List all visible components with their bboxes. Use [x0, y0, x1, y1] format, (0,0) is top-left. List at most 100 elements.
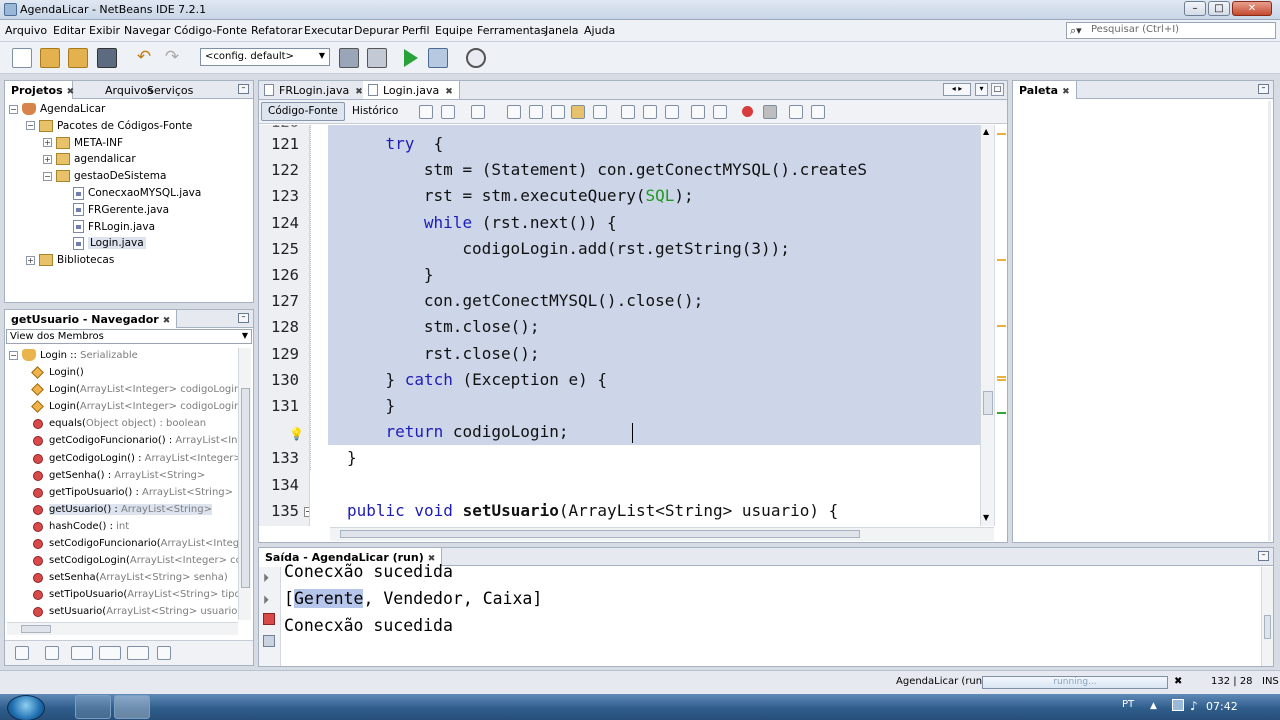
- tree-node[interactable]: + META-INF: [43, 135, 123, 152]
- scroll-up-icon[interactable]: ▲: [983, 127, 989, 136]
- navigator-member[interactable]: hashCode() : int: [33, 519, 129, 536]
- menu-equipe[interactable]: Equipe: [435, 24, 473, 37]
- navigator-member[interactable]: setCodigoFuncionario(ArrayList<Intege: [33, 536, 245, 553]
- save-all-icon[interactable]: [97, 48, 117, 68]
- output-scroll-thumb[interactable]: [1264, 615, 1271, 639]
- cancel-task-icon[interactable]: ✖: [1174, 676, 1182, 687]
- shift-right-icon[interactable]: [713, 105, 727, 119]
- navigator-member[interactable]: getCodigoFuncionario() : ArrayList<Int: [33, 433, 241, 450]
- undo-icon[interactable]: ↶: [134, 48, 154, 68]
- menu-arquivo[interactable]: Arquivo: [5, 24, 47, 37]
- collapse-icon[interactable]: −: [43, 171, 52, 181]
- menu-perfil[interactable]: Perfil: [402, 24, 430, 37]
- warning-mark[interactable]: [997, 376, 1006, 378]
- uncomment-icon[interactable]: [811, 105, 825, 119]
- close-icon[interactable]: ✖: [163, 316, 171, 326]
- navigator-member[interactable]: getTipoUsuario() : ArrayList<String>: [33, 485, 233, 502]
- minimize-panel-icon[interactable]: –: [238, 313, 249, 323]
- navigator-member[interactable]: getUsuario() : ArrayList<String>: [33, 502, 212, 519]
- minimize-button[interactable]: –: [1184, 1, 1206, 16]
- tab-login[interactable]: Login.java ✖: [363, 81, 460, 99]
- editor-hscroll-thumb[interactable]: [340, 530, 860, 538]
- forward-icon[interactable]: [471, 105, 485, 119]
- menu-refatorar[interactable]: Refatorar: [251, 24, 302, 37]
- maximize-window-icon[interactable]: □: [991, 83, 1004, 96]
- navigator-member[interactable]: setCodigoLogin(ArrayList<Integer> co: [33, 553, 242, 570]
- open-project-icon[interactable]: [68, 48, 88, 68]
- network-icon[interactable]: [1172, 699, 1184, 711]
- warning-mark[interactable]: [997, 379, 1006, 381]
- config-select[interactable]: <config. default> ▼: [200, 48, 330, 66]
- back-icon[interactable]: [441, 105, 455, 119]
- progress-bar[interactable]: running...: [982, 676, 1168, 689]
- menu-exibir[interactable]: Exibir: [89, 24, 120, 37]
- navigator-member[interactable]: setTipoUsuario(ArrayList<String> tipoU: [33, 587, 248, 604]
- collapse-icon[interactable]: −: [26, 121, 35, 131]
- menu-codigo-fonte[interactable]: Código-Fonte: [174, 24, 247, 37]
- tree-node[interactable]: + agendalicar: [43, 151, 136, 168]
- navigator-member[interactable]: getCodigoLogin() : ArrayList<Integer>: [33, 451, 242, 468]
- expand-icon[interactable]: +: [26, 255, 35, 265]
- filter-inherited-icon[interactable]: [99, 646, 121, 660]
- navigator-member[interactable]: setUsuario(ArrayList<String> usuario): [33, 604, 241, 621]
- navigator-view-select[interactable]: View dos Membros ▼: [6, 329, 252, 344]
- show-opened-documents-icon[interactable]: ▾: [975, 83, 988, 96]
- language-indicator[interactable]: PT: [1122, 699, 1134, 710]
- navigator-root[interactable]: − Login :: Serializable: [9, 348, 138, 361]
- tab-navegador[interactable]: getUsuario - Navegador ✖: [5, 310, 178, 328]
- navigator-member[interactable]: setSenha(ArrayList<String> senha): [33, 570, 228, 587]
- close-icon[interactable]: ✖: [1062, 87, 1070, 97]
- tree-node[interactable]: − Pacotes de Códigos-Fonte: [26, 118, 192, 135]
- windows-start-button[interactable]: [7, 695, 45, 720]
- source-mode-button[interactable]: Código-Fonte: [261, 102, 345, 121]
- code-editor[interactable]: try {stm = (Statement) con.getConectMYSQ…: [310, 125, 980, 526]
- clean-build-icon[interactable]: [367, 48, 387, 68]
- navigator-vscroll[interactable]: [238, 348, 251, 620]
- caret-position-mark[interactable]: [997, 412, 1006, 414]
- toggle-rectangular-icon[interactable]: [593, 105, 607, 119]
- tree-node[interactable]: + Bibliotecas: [26, 252, 114, 269]
- navigator-hscroll[interactable]: [7, 622, 238, 635]
- tab-servicos[interactable]: Serviços: [141, 81, 199, 99]
- find-icon[interactable]: [507, 105, 521, 119]
- tree-node[interactable]: − gestaoDeSistema: [43, 168, 166, 185]
- minimize-panel-icon[interactable]: –: [1258, 84, 1269, 94]
- search-input[interactable]: ⌕▾ Pesquisar (Ctrl+I): [1066, 22, 1276, 39]
- stop-icon[interactable]: [263, 613, 275, 625]
- menu-editar[interactable]: Editar: [53, 24, 86, 37]
- navigator-member[interactable]: Login(ArrayList<Integer> codigoLogin): [31, 382, 244, 399]
- taskbar-clock[interactable]: 07:42: [1206, 700, 1238, 713]
- navigator-hscroll-thumb[interactable]: [21, 625, 51, 633]
- new-project-icon[interactable]: [40, 48, 60, 68]
- tab-frlogin[interactable]: FRLogin.java ✖: [259, 81, 370, 99]
- warning-mark[interactable]: [997, 259, 1006, 261]
- collapse-icon[interactable]: −: [9, 350, 18, 360]
- warning-mark[interactable]: [997, 325, 1006, 327]
- close-icon[interactable]: ✖: [67, 87, 75, 97]
- navigator-member[interactable]: equals(Object object) : boolean: [33, 416, 206, 433]
- next-bookmark-icon[interactable]: [643, 105, 657, 119]
- settings-icon[interactable]: [263, 635, 275, 647]
- warning-mark[interactable]: [997, 133, 1006, 135]
- navigator-member[interactable]: Login(ArrayList<Integer> codigoLogin,: [31, 399, 244, 416]
- scroll-tabs-icon[interactable]: ◂ ▸: [943, 83, 971, 96]
- taskbar-app-icon[interactable]: [75, 695, 111, 719]
- profile-icon[interactable]: [466, 48, 486, 68]
- tree-node[interactable]: FRGerente.java: [60, 202, 169, 219]
- menu-executar[interactable]: Executar: [304, 24, 353, 37]
- tree-node[interactable]: Login.java: [60, 235, 146, 252]
- find-previous-icon[interactable]: [529, 105, 543, 119]
- palette-vscroll[interactable]: [1268, 101, 1271, 541]
- last-edit-icon[interactable]: [419, 105, 433, 119]
- build-icon[interactable]: [339, 48, 359, 68]
- tray-show-hidden-icon[interactable]: ▲: [1150, 701, 1157, 711]
- toggle-bookmark-icon[interactable]: [665, 105, 679, 119]
- shift-left-icon[interactable]: [691, 105, 705, 119]
- navigator-member[interactable]: getSenha() : ArrayList<String>: [33, 468, 205, 485]
- close-icon[interactable]: ✖: [355, 87, 363, 97]
- stop-macro-icon[interactable]: [763, 105, 777, 119]
- sort-by-name-icon[interactable]: [127, 646, 149, 660]
- editor-hscroll[interactable]: [330, 527, 994, 541]
- output-vscroll[interactable]: [1261, 567, 1273, 666]
- redo-icon[interactable]: ↷: [162, 48, 182, 68]
